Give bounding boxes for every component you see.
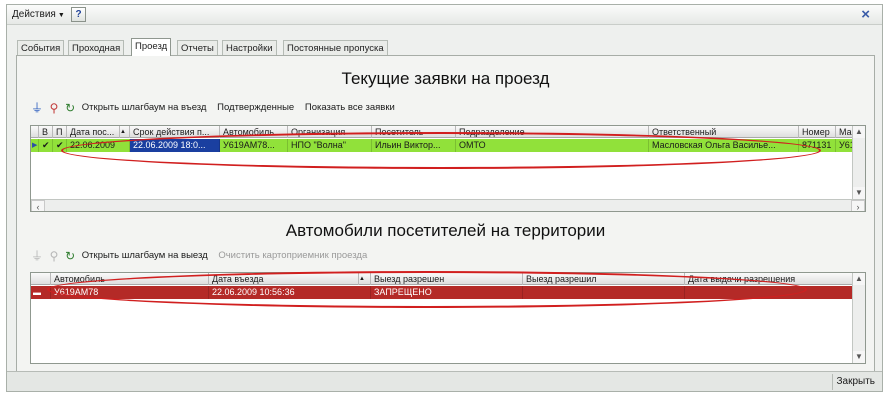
- column-header-car[interactable]: Автомобиль: [220, 126, 288, 138]
- cars-table-header: Автомобиль Дата въезда ▲ Выезд разрешен …: [31, 273, 865, 285]
- column-header-v[interactable]: В: [39, 126, 53, 138]
- column-header-responsible[interactable]: Ответственный: [649, 126, 799, 138]
- column-header-visit-date[interactable]: Дата пос...: [67, 126, 120, 138]
- table-row[interactable]: ▬ У619АМ78 22.06.2009 10:56:36 ЗАПРЕЩЕНО: [31, 286, 854, 299]
- cell-entry-date: 22.06.2009 10:56:36: [209, 286, 371, 299]
- checkmark-icon: ✔: [39, 139, 53, 152]
- cell-exit-allowed: ЗАПРЕЩЕНО: [371, 286, 523, 299]
- row-marker-header: [31, 126, 39, 138]
- cell-organization: НПО "Волна": [288, 139, 372, 152]
- scroll-left-icon[interactable]: ‹: [31, 200, 45, 211]
- cell-car: У619АМ78: [51, 286, 209, 299]
- status-bar: Закрыть: [7, 371, 882, 391]
- column-header-organization[interactable]: Организация: [288, 126, 372, 138]
- refresh-icon[interactable]: ↻: [65, 248, 75, 264]
- scroll-down-icon[interactable]: ▼: [853, 187, 865, 199]
- cell-number: 871131: [799, 139, 836, 152]
- confirmed-button[interactable]: Подтвержденные: [217, 100, 294, 116]
- scroll-down-icon[interactable]: ▼: [853, 351, 865, 363]
- column-header-car[interactable]: Автомобиль: [51, 273, 209, 285]
- scroll-up-icon[interactable]: ▲: [853, 273, 865, 285]
- cell-department: ОМТО: [456, 139, 649, 152]
- tab-vehicle-pass[interactable]: Проезд: [131, 38, 172, 56]
- refresh-icon[interactable]: ↻: [65, 100, 75, 116]
- help-button[interactable]: ?: [71, 7, 86, 22]
- actions-menu-label: Действия: [12, 9, 56, 20]
- filter-icon[interactable]: ⏚: [31, 248, 43, 264]
- column-header-validity[interactable]: Срок действия п...: [130, 126, 220, 138]
- car-icon: ▬: [31, 286, 51, 299]
- column-header-exit-allowed[interactable]: Выезд разрешен: [371, 273, 523, 285]
- requests-table[interactable]: В П Дата пос... ▲ Срок действия п... Авт…: [30, 125, 866, 212]
- column-header-entry-date[interactable]: Дата въезда: [209, 273, 359, 285]
- tab-events[interactable]: События: [17, 40, 65, 56]
- sort-arrow-icon: ▲: [359, 273, 371, 285]
- filter-icon[interactable]: ⏚: [31, 100, 43, 116]
- main-window: Действия ▼ ? × События Проходная Проезд О…: [6, 4, 883, 392]
- actions-menu[interactable]: Действия ▼: [12, 8, 65, 22]
- title-bar: Действия ▼ ? ×: [7, 5, 882, 25]
- row-marker-header: [31, 273, 51, 285]
- show-all-requests-button[interactable]: Показать все заявки: [305, 100, 395, 116]
- cell-visit-date: 22.06.2009: [67, 139, 130, 152]
- column-header-p[interactable]: П: [53, 126, 67, 138]
- open-entry-barrier-button[interactable]: Открыть шлагбаум на въезд: [82, 100, 207, 116]
- tab-reports[interactable]: Отчеты: [177, 40, 218, 56]
- tab-checkpoint[interactable]: Проходная: [68, 40, 125, 56]
- column-header-exit-allowed-by[interactable]: Выезд разрешил: [523, 273, 685, 285]
- column-header-visitor[interactable]: Посетитель: [372, 126, 456, 138]
- cars-vertical-scrollbar[interactable]: ▲ ▼: [852, 273, 865, 363]
- cell-car: У619АМ78...: [220, 139, 288, 152]
- requests-toolbar: ⏚ ⚲ ↻ Открыть шлагбаум на въезд Подтверж…: [31, 100, 403, 116]
- cars-toolbar: ⏚ ⚲ ↻ Открыть шлагбаум на выезд Очистить…: [31, 248, 375, 264]
- row-marker-icon: ▶: [31, 139, 39, 152]
- sort-arrow-icon: ▲: [120, 126, 130, 138]
- requests-vertical-scrollbar[interactable]: ▲ ▼: [852, 126, 865, 199]
- scroll-right-icon[interactable]: ›: [851, 200, 865, 211]
- requests-horizontal-scrollbar[interactable]: ‹ ›: [31, 199, 865, 211]
- tab-content-panel: Текущие заявки на проезд ⏚ ⚲ ↻ Открыть ш…: [16, 55, 875, 375]
- clear-filter-icon[interactable]: ⚲: [50, 100, 59, 116]
- scroll-up-icon[interactable]: ▲: [853, 126, 865, 138]
- cars-table[interactable]: Автомобиль Дата въезда ▲ Выезд разрешен …: [30, 272, 866, 364]
- clear-card-reader-button[interactable]: Очистить картоприемник проезда: [218, 248, 367, 264]
- table-row[interactable]: ▶ ✔ ✔ 22.06.2009 22.06.2009 18:0... У619…: [31, 139, 854, 152]
- cell-responsible: Масловская Ольга Василье...: [649, 139, 799, 152]
- tab-permanent-passes[interactable]: Постоянные пропуска: [283, 40, 388, 56]
- column-header-number[interactable]: Номер: [799, 126, 836, 138]
- cell-permit-date: [685, 286, 854, 299]
- visitor-cars-title: Автомобили посетителей на территории: [285, 221, 606, 240]
- column-header-permit-date[interactable]: Дата выдачи разрешения: [685, 273, 854, 285]
- chevron-down-icon: ▼: [57, 12, 65, 19]
- open-exit-barrier-button[interactable]: Открыть шлагбаум на выезд: [82, 248, 208, 264]
- cell-validity: 22.06.2009 18:0...: [130, 139, 220, 152]
- cell-visitor: Ильин Виктор...: [372, 139, 456, 152]
- cell-exit-allowed-by: [523, 286, 685, 299]
- current-requests-title: Текущие заявки на проезд: [341, 69, 550, 88]
- requests-table-header: В П Дата пос... ▲ Срок действия п... Авт…: [31, 126, 865, 138]
- clear-filter-icon[interactable]: ⚲: [50, 248, 59, 264]
- tab-settings[interactable]: Настройки: [222, 40, 277, 56]
- close-button[interactable]: Закрыть: [832, 374, 878, 390]
- checkmark-icon: ✔: [53, 139, 67, 152]
- column-header-department[interactable]: Подразделение: [456, 126, 649, 138]
- close-icon[interactable]: ×: [861, 6, 870, 23]
